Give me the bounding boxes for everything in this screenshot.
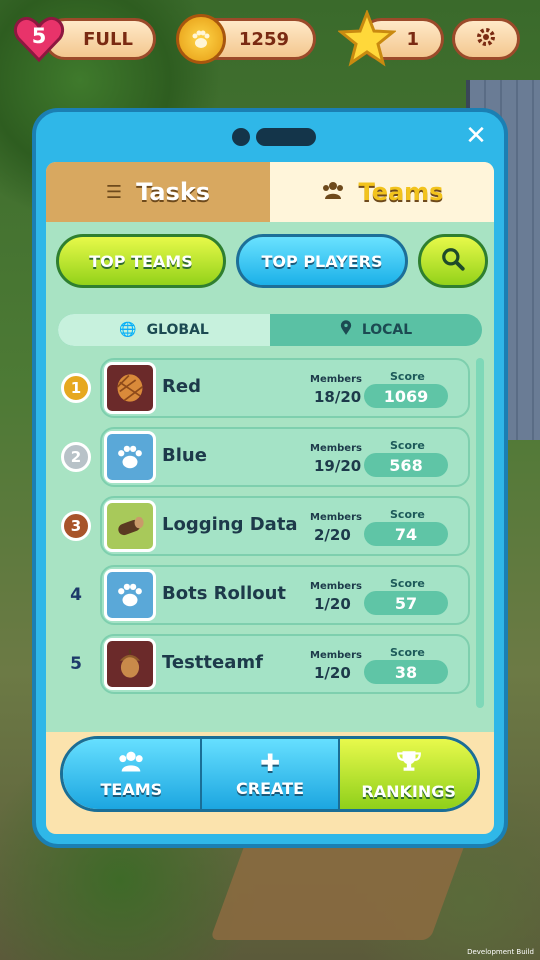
score-value: 57 bbox=[364, 591, 448, 615]
tab-tasks[interactable]: ☰ Tasks bbox=[46, 162, 270, 222]
nav-rankings-label: RANKINGS bbox=[361, 781, 456, 801]
team-name: Red bbox=[162, 376, 201, 397]
top-teams-label: TOP TEAMS bbox=[89, 251, 193, 271]
score-label: Score bbox=[390, 646, 425, 659]
team-row[interactable]: 2 Blue Members 19/20 Score 568 bbox=[58, 427, 470, 487]
team-row[interactable]: 5 Testteamf Members 1/20 Score 38 bbox=[58, 634, 470, 694]
speaker-decoration bbox=[256, 128, 316, 146]
rank-badge: 2 bbox=[58, 437, 94, 477]
top-teams-button[interactable]: TOP TEAMS bbox=[56, 234, 226, 288]
rank-badge: 3 bbox=[58, 506, 94, 546]
team-name: Logging Data bbox=[162, 514, 298, 535]
rank-number: 4 bbox=[70, 585, 82, 605]
score-label: Score bbox=[390, 577, 425, 590]
team-name: Bots Rollout bbox=[162, 583, 287, 604]
stars-value: 1 bbox=[406, 28, 419, 50]
settings-button[interactable] bbox=[452, 18, 520, 60]
score-value: 74 bbox=[364, 522, 448, 546]
score-label: Score bbox=[390, 508, 425, 521]
score-value: 1069 bbox=[364, 384, 448, 408]
members-value: 18/20 bbox=[314, 388, 362, 406]
nav-teams-button[interactable]: TEAMS bbox=[63, 739, 202, 809]
members-value: 1/20 bbox=[314, 595, 351, 613]
gold-medal-icon: 1 bbox=[61, 373, 91, 403]
star-icon bbox=[336, 8, 398, 68]
search-button[interactable] bbox=[418, 234, 488, 288]
score-label: Score bbox=[390, 439, 425, 452]
paw-icon bbox=[104, 431, 156, 483]
rank-number: 5 bbox=[70, 654, 82, 674]
search-icon bbox=[440, 246, 466, 276]
panel-content: ☰ Tasks Teams TOP TEAMS TOP PLAYERS 🌐 GL… bbox=[46, 162, 494, 834]
nav-rankings-button[interactable]: RANKINGS bbox=[340, 739, 477, 809]
globe-icon: 🌐 bbox=[119, 322, 137, 338]
team-row[interactable]: 3 Logging Data Members 2/20 Score 74 bbox=[58, 496, 470, 556]
tab-teams[interactable]: Teams bbox=[270, 162, 494, 222]
pinecone-icon bbox=[104, 362, 156, 414]
acorn-icon bbox=[104, 638, 156, 690]
nav-create-label: CREATE bbox=[236, 778, 304, 798]
nav-teams-label: TEAMS bbox=[100, 779, 163, 799]
log-icon bbox=[104, 500, 156, 552]
bronze-medal-icon: 3 bbox=[61, 511, 91, 541]
camera-decoration bbox=[232, 128, 250, 146]
nav-create-button[interactable]: ✚ CREATE bbox=[201, 739, 341, 809]
tab-tasks-label: Tasks bbox=[136, 178, 211, 206]
teams-panel: ✕ ☰ Tasks Teams TOP TEAMS TOP PLAYERS 🌐 … bbox=[32, 108, 508, 848]
scope-toggle: 🌐 GLOBAL LOCAL bbox=[58, 314, 482, 346]
team-list: 1 Red Members 18/20 Score 1069 2 Blue Me… bbox=[58, 358, 470, 703]
members-value: 1/20 bbox=[314, 664, 351, 682]
heart-icon: 5 bbox=[12, 12, 66, 66]
score-label: Score bbox=[390, 370, 425, 383]
location-pin-icon bbox=[340, 320, 352, 340]
segment-local-label: LOCAL bbox=[361, 322, 413, 338]
bottom-nav: TEAMS ✚ CREATE RANKINGS bbox=[60, 736, 480, 812]
plus-icon: ✚ bbox=[259, 748, 281, 777]
team-card: Red Members 18/20 Score 1069 bbox=[100, 358, 470, 418]
members-label: Members bbox=[310, 512, 362, 523]
people-icon bbox=[117, 750, 145, 776]
rank-badge: 1 bbox=[58, 368, 94, 408]
score-value: 38 bbox=[364, 660, 448, 684]
lives-count: 5 bbox=[31, 24, 47, 48]
team-card: Bots Rollout Members 1/20 Score 57 bbox=[100, 565, 470, 625]
members-label: Members bbox=[310, 443, 362, 454]
team-name: Blue bbox=[162, 445, 207, 466]
silver-medal-icon: 2 bbox=[61, 442, 91, 472]
team-row[interactable]: 4 Bots Rollout Members 1/20 Score 57 bbox=[58, 565, 470, 625]
members-value: 2/20 bbox=[314, 526, 351, 544]
list-icon: ☰ bbox=[105, 181, 123, 203]
tab-bar: ☰ Tasks Teams bbox=[46, 162, 494, 222]
coin-icon bbox=[176, 14, 226, 64]
list-scrollbar[interactable] bbox=[476, 358, 484, 708]
score-value: 568 bbox=[364, 453, 448, 477]
close-icon[interactable]: ✕ bbox=[462, 122, 490, 150]
team-name: Testteamf bbox=[162, 652, 263, 673]
top-players-label: TOP PLAYERS bbox=[261, 251, 383, 271]
tab-teams-label: Teams bbox=[358, 178, 444, 206]
members-label: Members bbox=[310, 374, 362, 385]
team-row[interactable]: 1 Red Members 18/20 Score 1069 bbox=[58, 358, 470, 418]
rankings-content: TOP TEAMS TOP PLAYERS 🌐 GLOBAL LOCAL 1 R… bbox=[46, 222, 494, 732]
gear-icon bbox=[474, 25, 498, 53]
top-players-button[interactable]: TOP PLAYERS bbox=[236, 234, 408, 288]
people-icon bbox=[321, 181, 345, 204]
members-label: Members bbox=[310, 581, 362, 592]
team-card: Testteamf Members 1/20 Score 38 bbox=[100, 634, 470, 694]
segment-global[interactable]: 🌐 GLOBAL bbox=[58, 314, 270, 346]
team-card: Logging Data Members 2/20 Score 74 bbox=[100, 496, 470, 556]
trophy-icon bbox=[396, 748, 422, 778]
lives-status: FULL bbox=[83, 28, 133, 50]
segment-global-label: GLOBAL bbox=[146, 322, 209, 338]
team-card: Blue Members 19/20 Score 568 bbox=[100, 427, 470, 487]
members-value: 19/20 bbox=[314, 457, 362, 475]
build-label: Development Build bbox=[467, 948, 534, 956]
members-label: Members bbox=[310, 650, 362, 661]
paw-icon bbox=[104, 569, 156, 621]
segment-local[interactable]: LOCAL bbox=[270, 314, 482, 346]
coins-value: 1259 bbox=[238, 28, 289, 50]
